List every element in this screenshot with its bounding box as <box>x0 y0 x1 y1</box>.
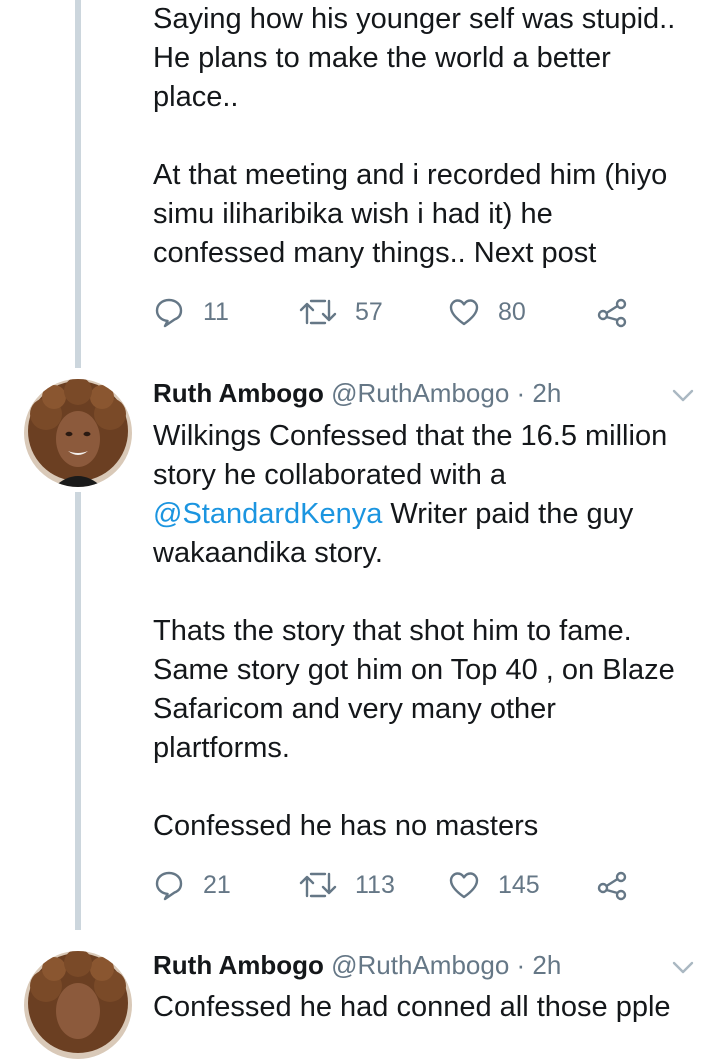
mention-link[interactable]: @StandardKenya <box>153 498 382 530</box>
tweet-3-text: Confessed he had conned all those pple <box>153 988 713 1027</box>
chevron-down-icon <box>672 389 694 402</box>
thread-line-top <box>75 0 81 368</box>
tweet-text-fragment: Writer paid the guy <box>382 498 634 530</box>
reply-icon <box>153 296 185 328</box>
author-handle[interactable]: @RuthAmbogo <box>331 950 509 980</box>
tweet-text-line: Same story got him on Top 40 , on Blaze <box>153 654 675 686</box>
chevron-down-icon <box>672 961 694 974</box>
tweet-text-line: Saying how his younger self was stupid.. <box>153 3 676 35</box>
tweet-3-header: Ruth Ambogo @RuthAmbogo · 2h <box>153 949 561 981</box>
like-button[interactable]: 145 <box>448 867 540 903</box>
tweet-2-header: Ruth Ambogo @RuthAmbogo · 2h <box>153 377 561 409</box>
like-count: 80 <box>498 297 526 326</box>
tweet-2-text: Wilkings Confessed that the 16.5 million… <box>153 417 713 846</box>
tweet-text-line: confessed many things.. Next post <box>153 237 597 269</box>
retweet-count: 57 <box>355 297 383 326</box>
tweet-text-line: wakaandika story. <box>153 537 383 569</box>
timestamp[interactable]: 2h <box>532 378 561 408</box>
author-name[interactable]: Ruth Ambogo <box>153 950 324 980</box>
reply-icon <box>153 869 185 901</box>
avatar[interactable] <box>24 951 132 1059</box>
like-count: 145 <box>498 870 540 899</box>
share-icon <box>596 296 628 328</box>
heart-icon <box>448 297 480 327</box>
author-handle[interactable]: @RuthAmbogo <box>331 378 509 408</box>
tweet-text-line: Safaricom and very many other <box>153 693 556 725</box>
tweet-1-text: Saying how his younger self was stupid..… <box>153 0 713 273</box>
retweet-count: 113 <box>355 870 395 899</box>
tweet-text-line: plartforms. <box>153 732 290 764</box>
tweet-text-line: Wilkings Confessed that the 16.5 million <box>153 420 668 452</box>
share-button[interactable] <box>596 867 628 903</box>
retweet-button[interactable]: 113 <box>299 867 395 903</box>
tweet-text-line: Thats the story that shot him to fame. <box>153 615 632 647</box>
timestamp[interactable]: 2h <box>532 950 561 980</box>
tweet-text-line: He plans to make the world a better <box>153 42 611 74</box>
tweet-text-line: At that meeting and i recorded him (hiyo <box>153 159 668 191</box>
reply-count: 11 <box>203 297 229 326</box>
tweet-menu-button[interactable] <box>672 961 694 975</box>
heart-icon <box>448 870 480 900</box>
reply-button[interactable]: 21 <box>153 867 231 903</box>
author-name[interactable]: Ruth Ambogo <box>153 378 324 408</box>
retweet-icon <box>299 870 337 900</box>
retweet-button[interactable]: 57 <box>299 294 383 330</box>
thread-line-middle <box>75 492 81 930</box>
tweet-text-line: story he collaborated with a <box>153 459 507 491</box>
share-icon <box>596 869 628 901</box>
like-button[interactable]: 80 <box>448 294 526 330</box>
tweet-text-line: Confessed he has no masters <box>153 810 539 842</box>
tweet-text-line: simu iliharibika wish i had it) he <box>153 198 553 230</box>
retweet-icon <box>299 297 337 327</box>
tweet-text-line: place.. <box>153 81 239 113</box>
separator: · <box>516 950 526 980</box>
tweet-text-line: @StandardKenya Writer paid the guy <box>153 495 713 534</box>
share-button[interactable] <box>596 294 628 330</box>
reply-count: 21 <box>203 870 231 899</box>
tweet-2-actions: 21 113 145 <box>153 867 633 903</box>
tweet-menu-button[interactable] <box>672 389 694 403</box>
reply-button[interactable]: 11 <box>153 294 229 330</box>
tweet-1-actions: 11 57 80 <box>153 294 633 330</box>
separator: · <box>516 378 526 408</box>
tweet-text-line: Confessed he had conned all those pple <box>153 991 671 1023</box>
avatar[interactable] <box>24 379 132 487</box>
